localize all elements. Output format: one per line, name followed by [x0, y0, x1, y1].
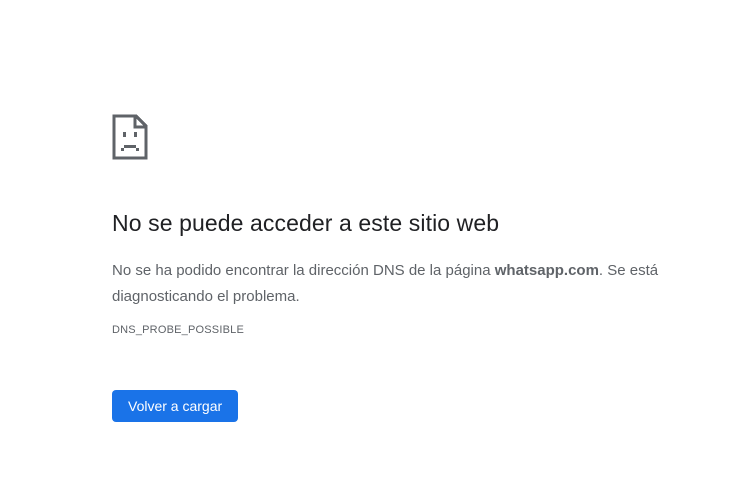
error-message-prefix: No se ha podido encontrar la dirección D…: [112, 262, 495, 279]
reload-button[interactable]: Volver a cargar: [112, 390, 239, 422]
sad-page-icon: [112, 114, 148, 160]
error-page-content: No se puede acceder a este sitio web No …: [112, 114, 682, 338]
error-headline: No se puede acceder a este sitio web: [112, 210, 500, 236]
error-message: No se ha podido encontrar la dirección D…: [112, 258, 682, 310]
error-code: DNS_PROBE_POSSIBLE: [112, 324, 244, 336]
error-message-domain: whatsapp.com: [494, 262, 599, 279]
